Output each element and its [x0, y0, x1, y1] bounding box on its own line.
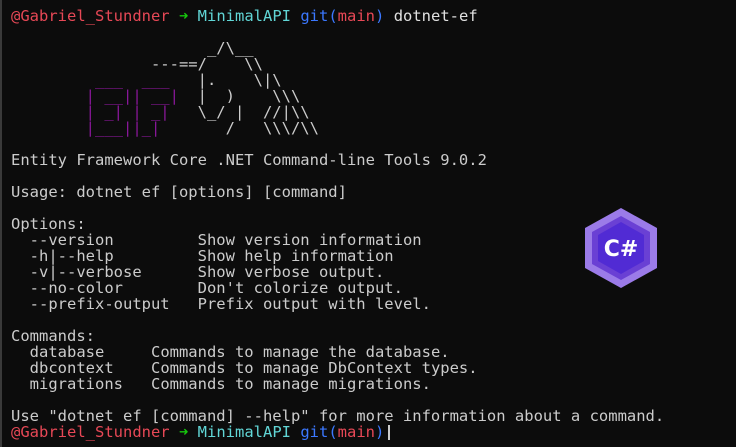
- command-row: migrations Commands to manage migrations…: [11, 376, 736, 392]
- command-row: dbcontext Commands to manage DbContext t…: [11, 360, 736, 376]
- command-description: Commands to manage migrations.: [150, 375, 431, 393]
- prompt-line: @Gabriel_Stundner ➜ MinimalAPI git(main)…: [11, 8, 736, 24]
- text-cursor[interactable]: [388, 425, 391, 440]
- prompt-git-branch: main: [337, 423, 375, 441]
- prompt-git-close: ): [375, 423, 385, 441]
- tool-header: Entity Framework Core .NET Command-line …: [11, 151, 487, 169]
- ef-ascii-art-line-5: | _| | _| \_/ | //|\\: [11, 103, 310, 121]
- terminal-window[interactable]: @Gabriel_Stundner ➜ MinimalAPI git(main)…: [0, 0, 736, 447]
- ef-ascii-art-line-2: ---==/ \\: [11, 55, 263, 73]
- prompt-user: @Gabriel_Stundner: [11, 7, 170, 25]
- ef-ascii-art-line-1: _/\__: [11, 39, 254, 57]
- command-row: database Commands to manage the database…: [11, 344, 736, 360]
- csharp-logo-icon: C#: [585, 208, 657, 288]
- prompt-directory: MinimalAPI: [197, 7, 291, 25]
- commands-list: database Commands to manage the database…: [11, 344, 736, 392]
- option-flag: --prefix-output: [11, 295, 198, 313]
- ef-ascii-art-line-6: |___||_| / \\\/\\: [11, 119, 319, 137]
- ef-ascii-art-line-4: | __|| __| | ) \\\: [11, 87, 301, 105]
- usage-line: Usage: dotnet ef [options] [command]: [11, 183, 347, 201]
- prompt-directory: MinimalAPI: [197, 423, 291, 441]
- prompt-user: @Gabriel_Stundner: [11, 423, 170, 441]
- option-row: --prefix-output Prefix output with level…: [11, 296, 736, 312]
- option-description: Prefix output with level.: [197, 295, 431, 313]
- prompt-git-close: ): [375, 7, 385, 25]
- entered-command: dotnet-ef: [393, 7, 478, 25]
- logo-text: C#: [604, 237, 639, 262]
- prompt-git-label: git(: [300, 7, 338, 25]
- prompt-arrow-icon: ➜: [178, 423, 189, 441]
- prompt-git-label: git(: [300, 423, 338, 441]
- help-footer: Use "dotnet ef [command] --help" for mor…: [11, 407, 665, 425]
- ef-ascii-art-line-3: ___ ___ |. \|\: [11, 71, 282, 89]
- prompt-arrow-icon: ➜: [178, 7, 189, 25]
- command-name: migrations: [11, 375, 151, 393]
- prompt-git-branch: main: [337, 7, 375, 25]
- commands-title: Commands:: [11, 327, 95, 345]
- prompt-line-current[interactable]: @Gabriel_Stundner ➜ MinimalAPI git(main): [11, 424, 736, 440]
